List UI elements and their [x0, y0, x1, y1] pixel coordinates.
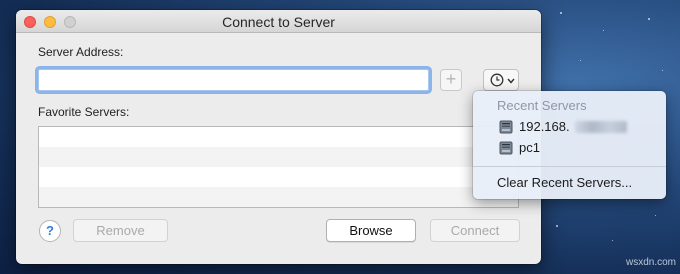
server-drive-icon — [499, 141, 513, 155]
recent-servers-button[interactable] — [483, 69, 519, 91]
menu-divider — [473, 166, 666, 167]
chevron-down-icon — [507, 78, 515, 84]
redacted-address — [575, 121, 627, 133]
list-row — [39, 127, 518, 147]
recent-server-label: pc1 — [519, 140, 540, 155]
clear-recent-servers-item[interactable]: Clear Recent Servers... — [497, 175, 632, 190]
clock-icon — [490, 73, 504, 87]
remove-button[interactable]: Remove — [73, 219, 168, 242]
star — [655, 215, 656, 216]
recent-server-item[interactable]: pc1 — [473, 138, 666, 158]
star — [612, 240, 613, 241]
browse-button[interactable]: Browse — [326, 219, 416, 242]
server-drive-icon — [499, 120, 513, 134]
favorite-servers-list[interactable] — [38, 126, 519, 208]
list-row — [39, 167, 518, 187]
connect-to-server-window: Connect to Server Server Address: + Favo… — [16, 10, 541, 264]
list-row — [39, 187, 518, 207]
recent-servers-menu: Recent Servers 192.168. pc1 Clear Recent… — [473, 91, 666, 199]
connect-button[interactable]: Connect — [430, 219, 520, 242]
recent-server-item[interactable]: 192.168. — [473, 117, 666, 137]
recent-servers-header: Recent Servers — [497, 98, 587, 113]
recent-server-label: 192.168. — [519, 119, 570, 134]
title-bar: Connect to Server — [16, 10, 541, 33]
list-row — [39, 147, 518, 167]
window-title: Connect to Server — [222, 14, 335, 30]
star — [603, 30, 604, 31]
server-address-input[interactable] — [38, 69, 429, 91]
star — [560, 12, 562, 14]
add-favorite-button[interactable]: + — [440, 69, 462, 91]
star — [580, 60, 581, 61]
star — [662, 70, 663, 71]
help-button[interactable]: ? — [39, 220, 61, 242]
server-address-label: Server Address: — [38, 45, 124, 59]
watermark: wsxdn.com — [626, 257, 677, 268]
star — [648, 18, 650, 20]
star — [556, 225, 558, 227]
favorite-servers-label: Favorite Servers: — [38, 105, 130, 119]
